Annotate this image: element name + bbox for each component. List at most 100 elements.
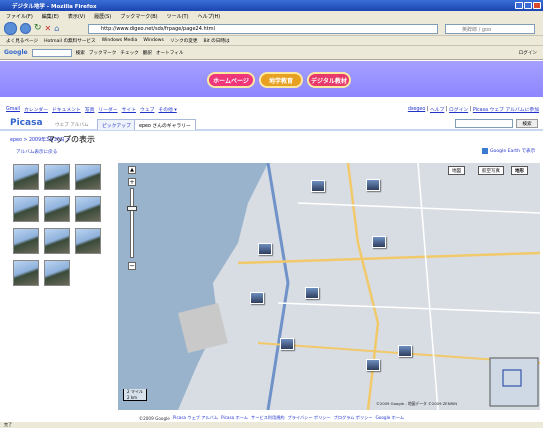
back-to-album-link[interactable]: アルバム表示に戻る (16, 149, 57, 155)
bookmark-item[interactable]: Hotmail の無料サービス (44, 38, 96, 44)
link-sites[interactable]: サイト (122, 106, 136, 113)
photo-thumbnail[interactable] (44, 260, 70, 286)
link-account[interactable]: dsegeo (408, 107, 425, 112)
photo-thumbnail[interactable] (75, 228, 101, 254)
earth-icon (482, 148, 488, 154)
maximize-button[interactable] (524, 2, 532, 9)
menu-history[interactable]: 履歴(S) (94, 13, 111, 20)
photo-thumbnail[interactable] (44, 164, 70, 190)
footer-link[interactable]: プログラム ポリシー (334, 415, 373, 421)
map-scale-km: 2 km (127, 395, 138, 400)
home-icon[interactable]: ⌂ (54, 24, 59, 33)
tab-pickup[interactable]: ピックアップ (97, 119, 136, 130)
picasa-search-input[interactable] (455, 119, 513, 128)
map-type-satellite[interactable]: 航空写真 (478, 166, 504, 175)
photo-thumbnail[interactable] (44, 228, 70, 254)
menu-tools[interactable]: ツール(T) (167, 13, 189, 20)
close-button[interactable] (533, 2, 541, 9)
photo-thumbnail[interactable] (13, 228, 39, 254)
status-text: 完了 (4, 422, 12, 427)
menu-view[interactable]: 表示(V) (68, 13, 85, 20)
earth-education-button[interactable]: 地学教育 (259, 72, 303, 88)
home-page-button[interactable]: ホームページ (207, 72, 255, 88)
url-field[interactable]: http://www.digeo.net/sds/frpage/page24.h… (88, 24, 438, 34)
photo-marker[interactable] (280, 338, 294, 350)
bookmark-item[interactable]: リンクの変更 (170, 38, 198, 44)
reload-icon[interactable]: ↻ (34, 23, 42, 33)
google-toolbar-translate[interactable]: 翻訳 (143, 50, 152, 56)
photo-marker[interactable] (366, 359, 380, 371)
link-docs[interactable]: ドキュメント (52, 106, 81, 113)
footer-link[interactable]: Picasa ウェブ アルバム (173, 415, 218, 421)
link-help[interactable]: ヘルプ (430, 106, 444, 113)
google-toolbar-search[interactable]: 検索 (76, 50, 85, 56)
map-scale: 2 マイル 2 km (123, 389, 147, 401)
bookmark-item[interactable]: よく見るページ (6, 38, 38, 44)
link-gmail[interactable]: Gmail (6, 107, 20, 112)
link-more[interactable]: その他 ▾ (158, 106, 176, 113)
photo-marker[interactable] (311, 180, 325, 192)
google-map[interactable]: ▲ + − 地図 航空写真 地形 2 マイル 2 km ©2009 Google… (118, 163, 540, 410)
footer-link[interactable]: Picasa ホーム (221, 415, 248, 421)
photo-thumbnail[interactable] (75, 164, 101, 190)
footer-link[interactable]: プライバシー ポリシー (288, 415, 331, 421)
menu-bookmarks[interactable]: ブックマーク(B) (120, 13, 157, 20)
link-web[interactable]: ウェブ (140, 106, 154, 113)
zoom-in-icon[interactable]: + (128, 178, 136, 186)
google-toolbar-check[interactable]: チェック (120, 50, 138, 56)
photo-thumbnail[interactable] (13, 196, 39, 222)
back-icon[interactable] (4, 21, 17, 35)
zoom-slider-track[interactable] (130, 188, 134, 258)
bookmark-item[interactable]: Windows Media (102, 38, 138, 43)
bookmark-item[interactable]: Bit の日時は (203, 38, 229, 44)
photo-thumbnail[interactable] (44, 196, 70, 222)
photo-marker[interactable] (258, 243, 272, 255)
search-input[interactable]: 英辞郎 / goo (445, 24, 535, 34)
google-earth-link[interactable]: Google Earth で表示 (482, 148, 535, 154)
google-toolbar-bookmark[interactable]: ブックマーク (89, 50, 117, 56)
pan-up-icon[interactable]: ▲ (128, 166, 136, 174)
photo-thumbnail[interactable] (13, 260, 39, 286)
photo-thumbnail[interactable] (13, 164, 39, 190)
photo-marker[interactable] (250, 292, 264, 304)
menu-help[interactable]: ヘルプ(H) (198, 13, 221, 20)
picasa-search-label: 検索 (522, 121, 532, 127)
photo-marker[interactable] (372, 236, 386, 248)
photo-marker[interactable] (398, 345, 412, 357)
link-calendar[interactable]: カレンダー (24, 106, 48, 113)
link-photos[interactable]: 写真 (85, 106, 95, 113)
photo-marker[interactable] (305, 287, 319, 299)
digital-material-button[interactable]: デジタル教材 (307, 72, 351, 88)
picasa-search-button[interactable]: 検索 (516, 119, 538, 128)
photo-marker[interactable] (366, 179, 380, 191)
google-toolbar-input[interactable] (31, 48, 72, 57)
forward-icon[interactable] (20, 22, 31, 34)
tab-gallery-label: epeo さんのギャラリー (139, 123, 191, 129)
link-reader[interactable]: リーダー (98, 106, 117, 113)
map-type-terrain[interactable]: 地形 (511, 166, 528, 175)
tab-gallery[interactable]: epeo さんのギャラリー (134, 119, 196, 130)
link-join[interactable]: Picasa ウェブ アルバムに参加 (473, 106, 539, 113)
zoom-slider-handle[interactable] (127, 206, 137, 211)
footer-link[interactable]: サービス利用規約 (251, 415, 285, 421)
link-login[interactable]: ログイン (449, 106, 468, 113)
bookmark-item[interactable]: Windows (143, 38, 164, 43)
picasa-logo[interactable]: Picasa (10, 118, 43, 128)
photo-thumbnail[interactable] (75, 196, 101, 222)
overview-minimap[interactable] (489, 357, 539, 407)
minimize-button[interactable] (515, 2, 523, 9)
picasa-logo-sub: ウェブ アルバム (55, 123, 89, 128)
google-toolbar-login[interactable]: ログイン (519, 50, 537, 56)
road (277, 302, 540, 314)
map-type-map-label: 地図 (452, 168, 461, 174)
map-canvas (118, 163, 540, 410)
footer-link[interactable]: Google ホーム (376, 415, 405, 421)
map-type-map[interactable]: 地図 (448, 166, 465, 175)
google-earth-label: Google Earth で表示 (490, 149, 536, 154)
google-toolbar-autofill[interactable]: オートフィル (156, 50, 183, 56)
map-zoom-control: ▲ + − (122, 166, 142, 278)
menu-edit[interactable]: 編集(E) (42, 13, 59, 20)
zoom-out-icon[interactable]: − (128, 262, 136, 270)
menu-file[interactable]: ファイル(F) (6, 13, 33, 20)
stop-icon[interactable]: ✕ (45, 24, 52, 33)
